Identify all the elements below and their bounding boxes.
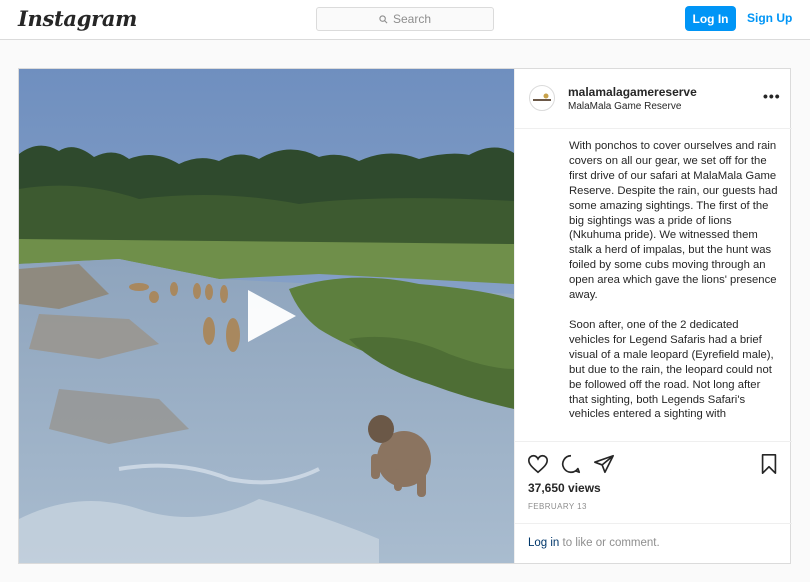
full-name: MalaMala Game Reserve xyxy=(568,101,682,112)
instagram-logo[interactable]: Instagram xyxy=(18,6,137,31)
search-icon xyxy=(379,14,388,23)
caption-paragraph: Soon after, one of the 2 dedicated vehic… xyxy=(569,318,774,421)
search-placeholder: Search xyxy=(392,12,432,26)
post-actions: 37,650 views FEBRUARY 13 Log in to like … xyxy=(515,441,792,563)
top-navigation-bar: Instagram Search Log In Sign Up xyxy=(0,0,810,40)
login-button[interactable]: Log In xyxy=(685,6,736,31)
comment-icon[interactable] xyxy=(560,453,582,475)
play-icon[interactable] xyxy=(240,286,300,346)
brand-logo-icon xyxy=(533,93,551,101)
more-options-button[interactable]: ••• xyxy=(763,89,781,103)
comment-prompt-text: to like or comment. xyxy=(559,537,660,549)
signup-link[interactable]: Sign Up xyxy=(747,11,792,25)
username[interactable]: malamalagamereserve xyxy=(568,85,697,99)
post-header: malamalagamereserve MalaMala Game Reserv… xyxy=(515,69,792,129)
post-card: malamalagamereserve MalaMala Game Reserv… xyxy=(18,68,792,564)
avatar[interactable] xyxy=(529,85,555,111)
post-sidebar: malamalagamereserve MalaMala Game Reserv… xyxy=(514,69,792,563)
bookmark-icon[interactable] xyxy=(758,453,780,475)
login-prompt: Log in to like or comment. xyxy=(515,523,792,564)
share-icon[interactable] xyxy=(593,453,615,475)
caption-paragraph: With ponchos to cover ourselves and rain… xyxy=(569,140,778,302)
login-link[interactable]: Log in xyxy=(528,537,559,549)
post-caption: With ponchos to cover ourselves and rain… xyxy=(515,129,792,441)
post-date: FEBRUARY 13 xyxy=(528,502,587,511)
view-count[interactable]: 37,650 views xyxy=(528,481,601,495)
heart-icon[interactable] xyxy=(527,453,549,475)
search-input[interactable]: Search xyxy=(316,7,494,31)
video-player[interactable] xyxy=(19,69,514,563)
